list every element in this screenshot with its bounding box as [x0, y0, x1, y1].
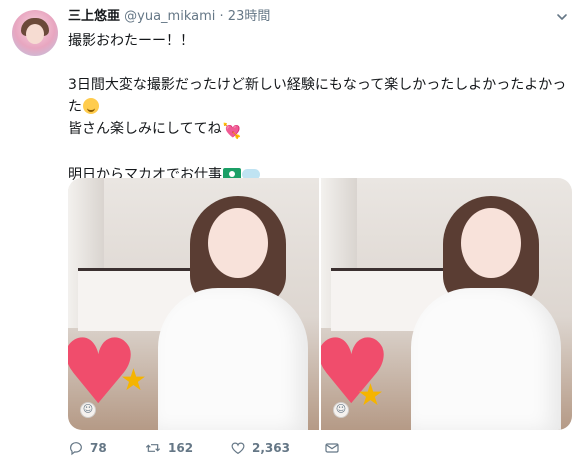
photo-2-star-sticker: ★ [357, 378, 384, 413]
tweet-header: 三上悠亜 @yua_mikami · 23時間 [68, 8, 270, 26]
avatar[interactable] [12, 10, 58, 56]
like-button[interactable]: 2,363 [230, 440, 290, 456]
dm-button[interactable] [324, 440, 340, 456]
photo-1-sticker-badge-icon: ☺ [80, 402, 96, 418]
tweet-line-1: 撮影おわたーー！！ [68, 33, 194, 49]
tweet-line-4: た [68, 96, 568, 118]
tweet-actions: 78 162 2,363 [68, 440, 340, 456]
tweet-line-5: 皆さん楽しみにしててね💘 [68, 118, 568, 142]
tweet-timestamp[interactable]: 23時間 [228, 9, 271, 24]
retweet-button[interactable]: 162 [144, 440, 230, 456]
photo-2-robe [411, 288, 561, 430]
photo-1-star-sticker: ★ [120, 363, 147, 398]
separator-dot: · [219, 9, 224, 24]
chevron-down-icon[interactable] [555, 10, 569, 24]
retweet-count: 162 [168, 441, 194, 455]
photo-1-face [208, 208, 268, 278]
smiling-face-icon [83, 98, 99, 114]
heart-with-ribbon-icon: 💘 [222, 122, 242, 140]
tweet-text: 撮影おわたーー！！ 3日間大変な撮影だったけど新しい経験にもなって楽しかったしよ… [68, 30, 568, 186]
photo-2-face [461, 208, 521, 278]
heart-icon [231, 442, 245, 455]
tweet-line-3: 3日間大変な撮影だったけど新しい経験にもなって楽しかったしよかったよかっ [68, 77, 567, 93]
reply-button[interactable]: 78 [68, 440, 144, 456]
tweet-line-4-text: た [68, 99, 82, 115]
photo-2[interactable]: ♥ ★ ☺ [321, 178, 572, 430]
reply-count: 78 [90, 441, 107, 455]
photo-2-sticker-badge-icon: ☺ [333, 402, 349, 418]
media-grid: ♥ ★ ☺ ♥ ★ ☺ [68, 178, 572, 430]
author-handle[interactable]: @yua_mikami [124, 9, 215, 24]
avatar-face [26, 24, 44, 44]
tweet-line-2 [68, 52, 568, 74]
tweet-line-5-text: 皆さん楽しみにしててね [68, 121, 222, 137]
author-name[interactable]: 三上悠亜 [68, 9, 120, 24]
photo-1-robe [158, 288, 308, 430]
photo-1[interactable]: ♥ ★ ☺ [68, 178, 319, 430]
like-count: 2,363 [252, 441, 290, 455]
tweet-line-6 [68, 142, 568, 164]
mail-icon [325, 443, 339, 453]
retweet-icon [145, 444, 161, 452]
reply-icon [70, 442, 82, 456]
